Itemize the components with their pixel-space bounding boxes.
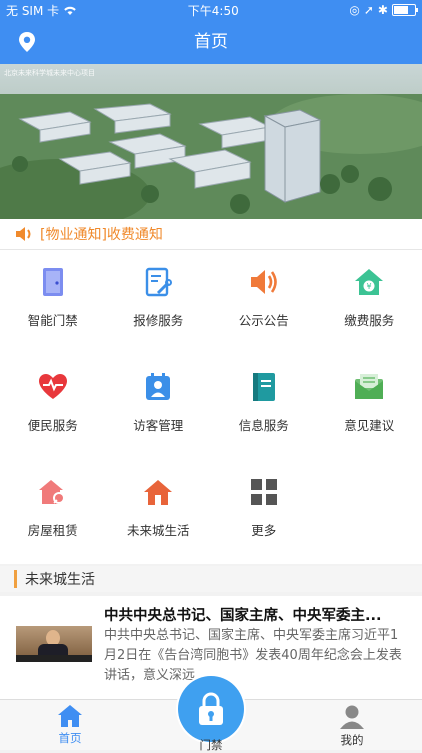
news-headline: 中共中央总书记、国家主席、中央军委主... bbox=[104, 604, 406, 625]
news-thumbnail bbox=[16, 626, 92, 662]
section-title: 未来城生活 bbox=[25, 569, 95, 589]
visitor-icon bbox=[142, 371, 174, 403]
tab-door-label: 门禁 bbox=[171, 737, 251, 753]
banner-caption: 北京未来科学城未来中心项目 bbox=[4, 68, 95, 78]
mail-icon bbox=[353, 371, 385, 403]
campus-rendering bbox=[0, 64, 422, 219]
payment-icon: ¥ bbox=[353, 266, 385, 298]
service-announcement[interactable]: 公示公告 bbox=[211, 250, 317, 355]
user-icon bbox=[339, 704, 365, 730]
speaker-icon bbox=[14, 225, 34, 243]
service-info[interactable]: 信息服务 bbox=[211, 355, 317, 460]
bluetooth-icon: ✱ bbox=[378, 3, 388, 17]
service-smart-door[interactable]: 智能门禁 bbox=[0, 250, 106, 355]
home-icon bbox=[57, 704, 83, 728]
location-arrow-icon: ➚ bbox=[364, 3, 374, 17]
section-accent-bar bbox=[14, 570, 17, 588]
service-grid: 智能门禁 报修服务 公示公告 ¥ 缴费服务 便民服务 访客管理 信息服务 bbox=[0, 250, 422, 564]
service-convenience[interactable]: 便民服务 bbox=[0, 355, 106, 460]
door-unlock-button[interactable] bbox=[178, 676, 244, 742]
carrier-label: 无 SIM 卡 bbox=[6, 2, 59, 19]
door-icon bbox=[37, 266, 69, 298]
news-summary: 中共中央总书记、国家主席、中央军委主席习近平1月2日在《告台湾同胞书》发表40周… bbox=[104, 626, 408, 686]
service-more[interactable]: 更多 bbox=[211, 460, 317, 565]
status-bar: 无 SIM 卡 下午4:50 ◎ ➚ ✱ bbox=[0, 0, 422, 20]
service-visitor[interactable]: 访客管理 bbox=[106, 355, 212, 460]
heart-icon bbox=[37, 371, 69, 403]
battery-icon bbox=[392, 4, 416, 16]
nav-bar: 首页 bbox=[0, 20, 422, 64]
book-icon bbox=[248, 371, 280, 403]
grid-icon bbox=[248, 476, 280, 508]
svg-text:¥: ¥ bbox=[367, 282, 372, 291]
wifi-icon bbox=[63, 5, 77, 16]
tab-home[interactable]: 首页 bbox=[30, 704, 110, 746]
service-future-city[interactable]: 未来城生活 bbox=[106, 460, 212, 565]
notice-bar[interactable]: [物业通知]收费通知 bbox=[0, 219, 422, 250]
service-feedback[interactable]: 意见建议 bbox=[317, 355, 422, 460]
tab-mine[interactable]: 我的 bbox=[312, 704, 392, 748]
house-key-icon bbox=[37, 476, 69, 508]
lock-icon bbox=[196, 691, 226, 727]
section-header: 未来城生活 bbox=[0, 566, 422, 592]
clock: 下午4:50 bbox=[188, 2, 239, 19]
service-rental[interactable]: 房屋租赁 bbox=[0, 460, 106, 565]
orientation-lock-icon: ◎ bbox=[349, 3, 359, 17]
banner-image[interactable]: 北京未来科学城未来中心项目 bbox=[0, 64, 422, 219]
service-payment[interactable]: ¥ 缴费服务 bbox=[317, 250, 422, 355]
page-title: 首页 bbox=[0, 20, 422, 64]
notice-text: [物业通知]收费通知 bbox=[40, 224, 163, 244]
speaker-icon bbox=[248, 266, 280, 298]
home-icon bbox=[142, 476, 174, 508]
service-repair[interactable]: 报修服务 bbox=[106, 250, 212, 355]
repair-icon bbox=[142, 266, 174, 298]
